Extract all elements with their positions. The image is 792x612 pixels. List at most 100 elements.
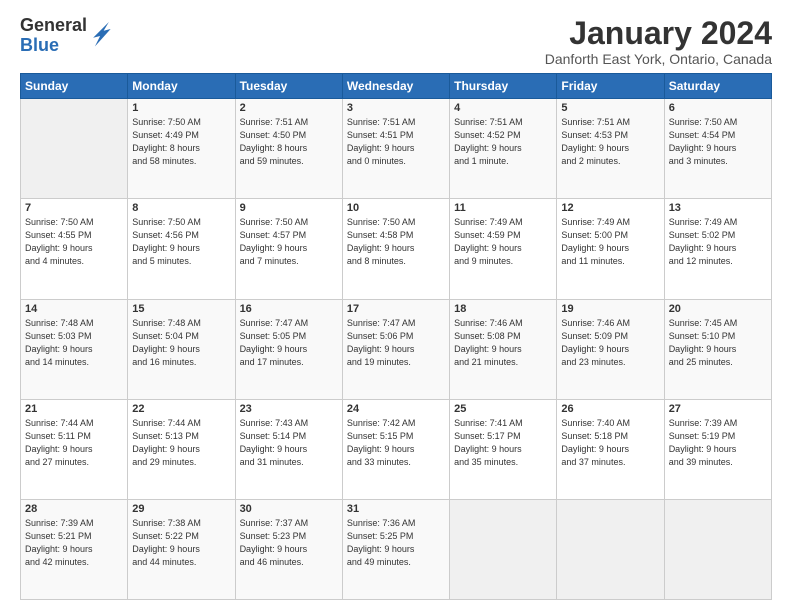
calendar-cell: 22 Sunrise: 7:44 AMSunset: 5:13 PMDayligh… (128, 399, 235, 499)
calendar-cell: 27 Sunrise: 7:39 AMSunset: 5:19 PMDayligh… (664, 399, 771, 499)
calendar-week-row: 14Sunrise: 7:48 AMSunset: 5:03 PMDayligh… (21, 299, 772, 399)
day-info: Sunrise: 7:51 AMSunset: 4:50 PMDaylight:… (240, 116, 338, 168)
calendar-cell: 8Sunrise: 7:50 AMSunset: 4:56 PMDaylight… (128, 199, 235, 299)
logo-text: General Blue (20, 16, 87, 56)
day-number: 27 (669, 403, 767, 415)
day-info: Sunrise: 7:46 AMSunset: 5:09 PMDaylight:… (561, 317, 659, 369)
day-number: 26 (561, 403, 659, 415)
calendar-week-row: 1 Sunrise: 7:50 AMSunset: 4:49 PMDaylight… (21, 99, 772, 199)
day-info: Sunrise: 7:44 AMSunset: 5:11 PMDaylight:… (25, 417, 123, 469)
day-number: 14 (25, 303, 123, 315)
day-number: 9 (240, 202, 338, 214)
calendar-cell: 23 Sunrise: 7:43 AMSunset: 5:14 PMDayligh… (235, 399, 342, 499)
weekday-header-row: SundayMondayTuesdayWednesdayThursdayFrid… (21, 74, 772, 99)
day-info: Sunrise: 7:40 AMSunset: 5:18 PMDaylight:… (561, 417, 659, 469)
day-number: 24 (347, 403, 445, 415)
weekday-header-monday: Monday (128, 74, 235, 99)
month-title: January 2024 (545, 16, 772, 51)
calendar-cell: 18 Sunrise: 7:46 AMSunset: 5:08 PMDayligh… (450, 299, 557, 399)
day-number: 15 (132, 303, 230, 315)
calendar-cell (664, 499, 771, 599)
day-info: Sunrise: 7:46 AMSunset: 5:08 PMDaylight:… (454, 317, 552, 369)
day-number: 7 (25, 202, 123, 214)
day-info: Sunrise: 7:36 AMSunset: 5:25 PMDaylight:… (347, 517, 445, 569)
day-number: 17 (347, 303, 445, 315)
day-number: 11 (454, 202, 552, 214)
logo: General Blue (20, 16, 111, 56)
calendar-cell: 17 Sunrise: 7:47 AMSunset: 5:06 PMDayligh… (342, 299, 449, 399)
page: General Blue January 2024 Danforth East … (0, 0, 792, 612)
day-number: 29 (132, 503, 230, 515)
calendar-cell: 28 Sunrise: 7:39 AMSunset: 5:21 PMDayligh… (21, 499, 128, 599)
calendar-cell: 20Sunrise: 7:45 AMSunset: 5:10 PMDayligh… (664, 299, 771, 399)
day-info: Sunrise: 7:42 AMSunset: 5:15 PMDaylight:… (347, 417, 445, 469)
day-number: 5 (561, 102, 659, 114)
day-info: Sunrise: 7:47 AMSunset: 5:06 PMDaylight:… (347, 317, 445, 369)
day-number: 30 (240, 503, 338, 515)
day-number: 3 (347, 102, 445, 114)
day-info: Sunrise: 7:50 AMSunset: 4:49 PMDaylight:… (132, 116, 230, 168)
day-number: 12 (561, 202, 659, 214)
day-info: Sunrise: 7:45 AMSunset: 5:10 PMDaylight:… (669, 317, 767, 369)
calendar-cell (450, 499, 557, 599)
day-info: Sunrise: 7:39 AMSunset: 5:19 PMDaylight:… (669, 417, 767, 469)
day-info: Sunrise: 7:43 AMSunset: 5:14 PMDaylight:… (240, 417, 338, 469)
weekday-header-friday: Friday (557, 74, 664, 99)
weekday-header-thursday: Thursday (450, 74, 557, 99)
calendar-table: SundayMondayTuesdayWednesdayThursdayFrid… (20, 73, 772, 600)
day-info: Sunrise: 7:44 AMSunset: 5:13 PMDaylight:… (132, 417, 230, 469)
day-info: Sunrise: 7:49 AMSunset: 4:59 PMDaylight:… (454, 216, 552, 268)
day-info: Sunrise: 7:39 AMSunset: 5:21 PMDaylight:… (25, 517, 123, 569)
calendar-week-row: 28 Sunrise: 7:39 AMSunset: 5:21 PMDayligh… (21, 499, 772, 599)
calendar-cell: 5 Sunrise: 7:51 AMSunset: 4:53 PMDaylight… (557, 99, 664, 199)
day-number: 6 (669, 102, 767, 114)
weekday-header-sunday: Sunday (21, 74, 128, 99)
calendar-cell: 1 Sunrise: 7:50 AMSunset: 4:49 PMDaylight… (128, 99, 235, 199)
calendar-cell: 29 Sunrise: 7:38 AMSunset: 5:22 PMDayligh… (128, 499, 235, 599)
location: Danforth East York, Ontario, Canada (545, 51, 772, 67)
day-info: Sunrise: 7:50 AMSunset: 4:58 PMDaylight:… (347, 216, 445, 268)
calendar-cell: 6Sunrise: 7:50 AMSunset: 4:54 PMDaylight… (664, 99, 771, 199)
calendar-cell: 14Sunrise: 7:48 AMSunset: 5:03 PMDayligh… (21, 299, 128, 399)
day-number: 22 (132, 403, 230, 415)
calendar-cell: 12Sunrise: 7:49 AMSunset: 5:00 PMDayligh… (557, 199, 664, 299)
weekday-header-tuesday: Tuesday (235, 74, 342, 99)
calendar-body: 1 Sunrise: 7:50 AMSunset: 4:49 PMDaylight… (21, 99, 772, 600)
day-number: 31 (347, 503, 445, 515)
calendar-cell (21, 99, 128, 199)
calendar-cell: 26 Sunrise: 7:40 AMSunset: 5:18 PMDayligh… (557, 399, 664, 499)
calendar-cell: 7Sunrise: 7:50 AMSunset: 4:55 PMDaylight… (21, 199, 128, 299)
calendar-cell: 13 Sunrise: 7:49 AMSunset: 5:02 PMDayligh… (664, 199, 771, 299)
day-number: 8 (132, 202, 230, 214)
calendar-cell: 15Sunrise: 7:48 AMSunset: 5:04 PMDayligh… (128, 299, 235, 399)
day-info: Sunrise: 7:51 AMSunset: 4:53 PMDaylight:… (561, 116, 659, 168)
day-number: 18 (454, 303, 552, 315)
day-number: 13 (669, 202, 767, 214)
day-number: 4 (454, 102, 552, 114)
calendar-cell: 25Sunrise: 7:41 AMSunset: 5:17 PMDayligh… (450, 399, 557, 499)
day-info: Sunrise: 7:38 AMSunset: 5:22 PMDaylight:… (132, 517, 230, 569)
day-info: Sunrise: 7:47 AMSunset: 5:05 PMDaylight:… (240, 317, 338, 369)
day-number: 1 (132, 102, 230, 114)
day-info: Sunrise: 7:37 AMSunset: 5:23 PMDaylight:… (240, 517, 338, 569)
day-info: Sunrise: 7:49 AMSunset: 5:02 PMDaylight:… (669, 216, 767, 268)
day-number: 21 (25, 403, 123, 415)
logo-bird-icon (91, 22, 111, 50)
day-info: Sunrise: 7:51 AMSunset: 4:51 PMDaylight:… (347, 116, 445, 168)
day-number: 28 (25, 503, 123, 515)
header: General Blue January 2024 Danforth East … (20, 16, 772, 67)
logo-general: General (20, 16, 87, 36)
calendar-week-row: 7Sunrise: 7:50 AMSunset: 4:55 PMDaylight… (21, 199, 772, 299)
calendar-cell: 21 Sunrise: 7:44 AMSunset: 5:11 PMDayligh… (21, 399, 128, 499)
weekday-header-saturday: Saturday (664, 74, 771, 99)
calendar-cell: 31 Sunrise: 7:36 AMSunset: 5:25 PMDayligh… (342, 499, 449, 599)
day-number: 2 (240, 102, 338, 114)
logo-blue: Blue (20, 36, 87, 56)
day-number: 16 (240, 303, 338, 315)
day-number: 23 (240, 403, 338, 415)
calendar-cell: 19 Sunrise: 7:46 AMSunset: 5:09 PMDayligh… (557, 299, 664, 399)
day-info: Sunrise: 7:41 AMSunset: 5:17 PMDaylight:… (454, 417, 552, 469)
day-number: 19 (561, 303, 659, 315)
calendar-cell: 4Sunrise: 7:51 AMSunset: 4:52 PMDaylight… (450, 99, 557, 199)
calendar-cell: 3 Sunrise: 7:51 AMSunset: 4:51 PMDaylight… (342, 99, 449, 199)
